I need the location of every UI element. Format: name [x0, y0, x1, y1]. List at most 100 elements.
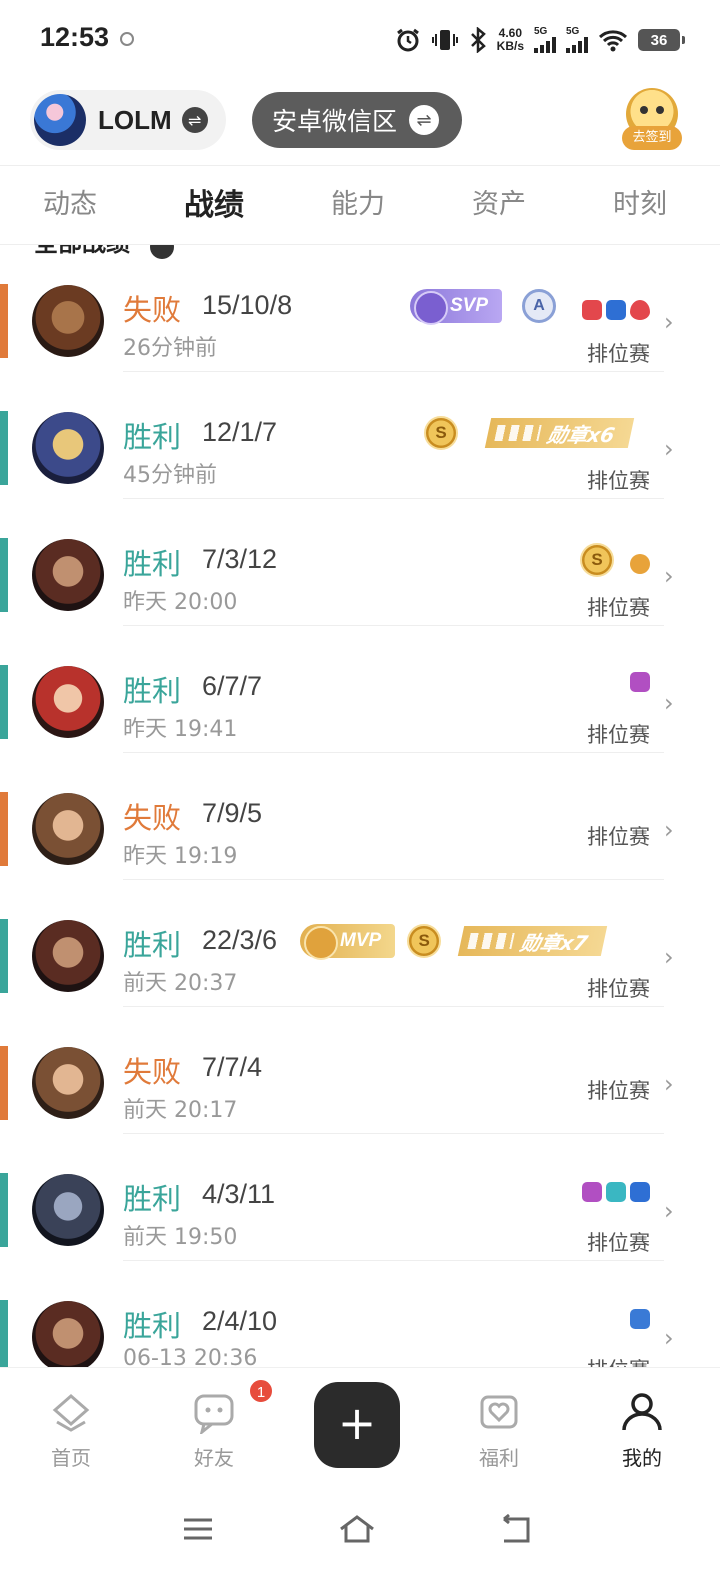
result-label: 失败	[123, 1055, 182, 1089]
chat-icon: 1	[192, 1378, 274, 1436]
match-time: 前天 19:50	[123, 1225, 238, 1250]
nav-friends[interactable]: 1 好友	[169, 1378, 274, 1471]
result-indicator	[0, 284, 8, 358]
mvp-badge: MVP	[300, 924, 396, 960]
hero-avatar	[32, 793, 104, 865]
header: LOLM ⇌ 安卓微信区 ⇌ 去签到	[0, 86, 720, 164]
tab-moments[interactable]: 时刻	[613, 182, 667, 221]
swap-icon: ⇌	[409, 105, 440, 135]
result-label: 失败	[123, 293, 182, 327]
match-time: 26分钟前	[123, 336, 217, 361]
home-system-icon[interactable]	[337, 1509, 377, 1549]
nav-welfare[interactable]: 福利	[454, 1390, 544, 1471]
tab-records[interactable]: 战绩	[184, 180, 244, 224]
game-switcher[interactable]: LOLM ⇌	[30, 90, 226, 150]
kda: 4/3/11	[202, 1179, 276, 1209]
result-indicator	[0, 792, 8, 866]
result-label: 胜利	[123, 547, 182, 581]
gift-icon	[477, 1390, 521, 1434]
kda: 15/10/8	[202, 290, 293, 320]
match-time: 06-13 20:36	[123, 1346, 258, 1367]
match-mode: 排位赛	[587, 1231, 650, 1255]
result-indicator	[0, 665, 8, 739]
server-switcher[interactable]: 安卓微信区 ⇌	[252, 92, 462, 148]
nav-label: 福利	[479, 1446, 519, 1470]
match-time: 昨天 20:00	[123, 590, 238, 615]
badge-group: MVP S 勋章x7	[300, 924, 608, 960]
item-icons	[582, 300, 650, 320]
ward-icon	[606, 300, 626, 320]
ward-icon	[630, 1182, 650, 1202]
server-name: 安卓微信区	[272, 107, 398, 136]
match-mode: 排位赛	[587, 1079, 650, 1103]
net-speed: 4.60 KB/s	[496, 26, 524, 53]
game-name: LOLM	[98, 104, 172, 135]
hero-avatar	[32, 539, 104, 611]
badge-group: SVP A	[410, 289, 557, 325]
profile-icon	[620, 1390, 664, 1434]
result-label: 胜利	[123, 1182, 182, 1216]
back-icon[interactable]	[496, 1509, 536, 1549]
record-row[interactable]: 胜利 6/7/7 昨天 19:41 排位赛 ›	[0, 626, 720, 753]
record-row[interactable]: 胜利 22/3/6 前天 20:37 MVP S 勋章x7 排位赛 ›	[0, 880, 720, 1007]
wifi-icon	[598, 28, 628, 52]
checkin-button[interactable]: 去签到	[622, 88, 682, 152]
chevron-right-icon: ›	[664, 689, 674, 717]
gold-icon	[630, 554, 650, 574]
match-mode: 排位赛	[587, 1354, 650, 1367]
nav-label: 首页	[51, 1446, 91, 1470]
chevron-right-icon: ›	[664, 943, 674, 971]
vibrate-icon	[431, 27, 459, 53]
status-time: 12:53	[40, 22, 110, 52]
nav-me[interactable]: 我的	[597, 1390, 687, 1471]
nav-home[interactable]: 首页	[26, 1390, 116, 1471]
hero-avatar	[32, 666, 104, 738]
kda: 12/1/7	[202, 417, 278, 447]
tab-assets[interactable]: 资产	[472, 182, 526, 221]
plus-icon: +	[337, 1396, 377, 1450]
tab-ability[interactable]: 能力	[331, 182, 385, 221]
menu-icon[interactable]	[178, 1509, 218, 1549]
swap-icon: ⇌	[181, 107, 208, 133]
signal-sim2-icon: 5G	[566, 27, 588, 53]
record-row[interactable]: 胜利 7/3/12 昨天 20:00 S 排位赛 ›	[0, 499, 720, 626]
record-row[interactable]: 失败 7/7/4 前天 20:17 排位赛 ›	[0, 1007, 720, 1134]
badge-group: S	[580, 543, 614, 577]
nav-label: 好友	[194, 1446, 234, 1470]
kda: 7/7/4	[202, 1052, 263, 1082]
match-mode: 排位赛	[587, 723, 650, 747]
match-mode: 排位赛	[587, 596, 650, 620]
result-indicator	[0, 1046, 8, 1120]
herald-icon	[630, 1309, 650, 1329]
result-label: 胜利	[123, 1309, 182, 1343]
match-mode: 排位赛	[587, 977, 650, 1001]
hero-avatar	[32, 412, 104, 484]
record-row[interactable]: 胜利 2/4/10 06-13 20:36 排位赛 ›	[0, 1261, 720, 1367]
tab-dynamics[interactable]: 动态	[43, 182, 97, 221]
signal-sim1-icon: 5G	[534, 27, 556, 53]
result-indicator	[0, 1300, 8, 1367]
chevron-right-icon: ›	[664, 1070, 674, 1098]
hero-avatar	[32, 285, 104, 357]
status-icons: 4.60 KB/s 5G 5G 36	[395, 24, 685, 56]
medal-badge: 勋章x6	[484, 418, 635, 448]
result-indicator	[0, 1173, 8, 1247]
record-row[interactable]: 失败 15/10/8 26分钟前 SVP A 排位赛 ›	[0, 245, 720, 372]
item-icons	[582, 1182, 650, 1202]
result-label: 胜利	[123, 674, 182, 708]
result-indicator	[0, 538, 8, 612]
record-row[interactable]: 胜利 12/1/7 45分钟前 S 勋章x6 排位赛 ›	[0, 372, 720, 499]
bottom-nav: 首页 1 好友 + 福利 我的	[0, 1367, 720, 1485]
record-row[interactable]: 失败 7/9/5 昨天 19:19 排位赛 ›	[0, 753, 720, 880]
grade-s-badge: S	[580, 543, 614, 577]
hero-avatar	[32, 1174, 104, 1246]
add-button[interactable]: +	[314, 1382, 400, 1468]
match-time: 前天 20:17	[123, 1098, 238, 1123]
result-label: 胜利	[123, 928, 182, 962]
grade-s-badge: S	[424, 416, 458, 450]
match-mode: 排位赛	[587, 825, 650, 849]
record-row[interactable]: 胜利 4/3/11 前天 19:50 排位赛 ›	[0, 1134, 720, 1261]
result-label: 胜利	[123, 420, 182, 454]
match-mode: 排位赛	[587, 342, 650, 366]
record-list[interactable]: 全部战绩 失败 15/10/8 26分钟前 SVP A 排位赛 › 胜利 12/…	[0, 245, 720, 1367]
